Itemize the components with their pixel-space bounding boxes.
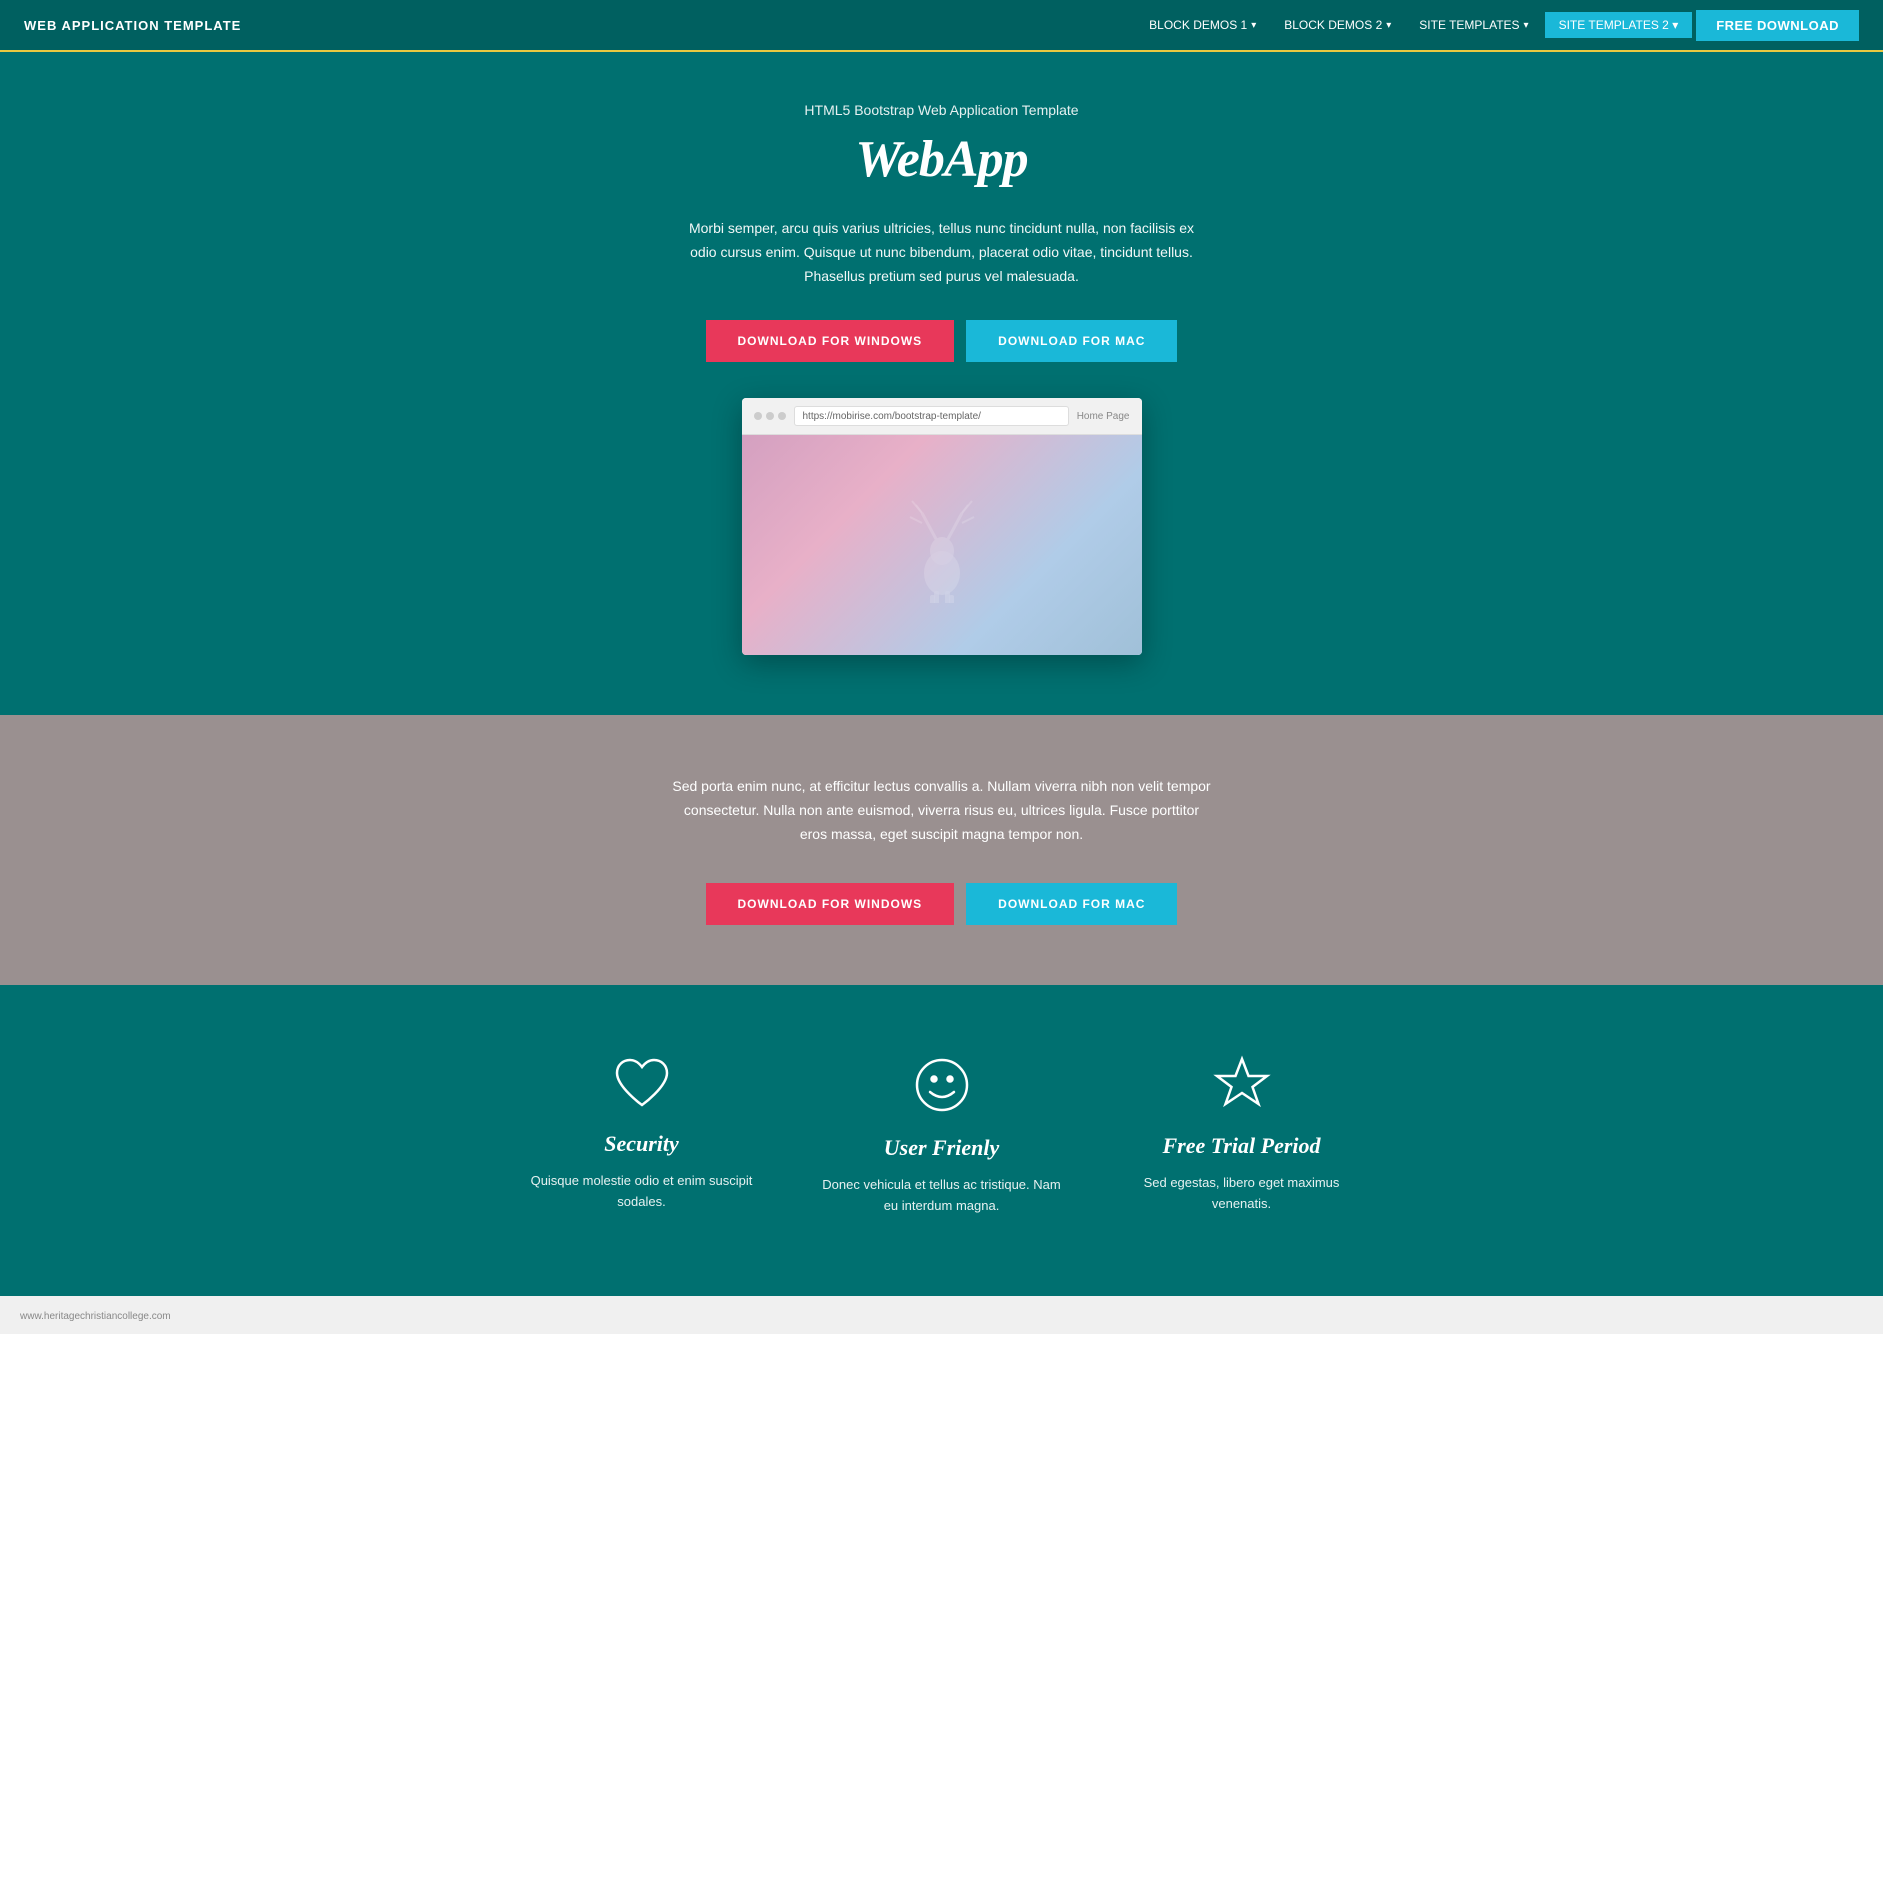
nav-block-demos-2[interactable]: BLOCK DEMOS 2 ▾	[1272, 10, 1403, 40]
download-windows-button-middle[interactable]: DOWNLOAD FOR WINDOWS	[706, 883, 955, 925]
free-download-button[interactable]: FREE DOWNLOAD	[1696, 10, 1859, 41]
middle-description: Sed porta enim nunc, at efficitur lectus…	[672, 775, 1212, 846]
browser-mockup: https://mobirise.com/bootstrap-template/…	[742, 398, 1142, 655]
hero-title: WebApp	[20, 130, 1863, 189]
deer-icon	[892, 483, 992, 608]
chevron-down-icon: ▾	[1251, 20, 1256, 31]
security-text: Quisque molestie odio et enim suscipit s…	[522, 1171, 762, 1213]
features-section: Security Quisque molestie odio et enim s…	[0, 985, 1883, 1297]
download-mac-button-hero[interactable]: DOWNLOAD FOR MAC	[966, 320, 1177, 362]
user-friendly-title: User Frienly	[822, 1135, 1062, 1161]
feature-security: Security Quisque molestie odio et enim s…	[522, 1055, 762, 1217]
middle-buttons: DOWNLOAD FOR WINDOWS DOWNLOAD FOR MAC	[20, 883, 1863, 925]
hero-subtitle: HTML5 Bootstrap Web Application Template	[20, 102, 1863, 118]
nav-links: BLOCK DEMOS 1 ▾ BLOCK DEMOS 2 ▾ SITE TEM…	[1137, 10, 1859, 41]
middle-section: Sed porta enim nunc, at efficitur lectus…	[0, 715, 1883, 984]
browser-dots	[754, 412, 786, 420]
free-trial-title: Free Trial Period	[1122, 1133, 1362, 1159]
chevron-down-icon: ▾	[1672, 18, 1678, 32]
nav-site-templates[interactable]: SITE TEMPLATES ▾	[1407, 10, 1540, 40]
download-windows-button-hero[interactable]: DOWNLOAD FOR WINDOWS	[706, 320, 955, 362]
heart-icon	[522, 1055, 762, 1111]
security-title: Security	[522, 1131, 762, 1157]
hero-section: HTML5 Bootstrap Web Application Template…	[0, 52, 1883, 715]
feature-user-friendly: User Frienly Donec vehicula et tellus ac…	[822, 1055, 1062, 1217]
browser-bar: https://mobirise.com/bootstrap-template/…	[742, 398, 1142, 435]
star-icon	[1122, 1055, 1362, 1113]
browser-home: Home Page	[1077, 411, 1130, 422]
hero-buttons: DOWNLOAD FOR WINDOWS DOWNLOAD FOR MAC	[20, 320, 1863, 362]
user-friendly-text: Donec vehicula et tellus ac tristique. N…	[822, 1175, 1062, 1217]
browser-dot-2	[766, 412, 774, 420]
chevron-down-icon: ▾	[1524, 20, 1529, 31]
navbar: WEB APPLICATION TEMPLATE BLOCK DEMOS 1 ▾…	[0, 0, 1883, 52]
chevron-down-icon: ▾	[1386, 20, 1391, 31]
browser-dot-1	[754, 412, 762, 420]
download-mac-button-middle[interactable]: DOWNLOAD FOR MAC	[966, 883, 1177, 925]
browser-dot-3	[778, 412, 786, 420]
nav-brand: WEB APPLICATION TEMPLATE	[24, 18, 241, 33]
features-grid: Security Quisque molestie odio et enim s…	[492, 1055, 1392, 1217]
footer: www.heritagechristiancollege.com	[0, 1296, 1883, 1334]
smile-icon	[822, 1055, 1062, 1115]
nav-site-templates-2[interactable]: SITE TEMPLATES 2 ▾	[1545, 12, 1693, 38]
free-trial-text: Sed egestas, libero eget maximus venenat…	[1122, 1173, 1362, 1215]
browser-url: https://mobirise.com/bootstrap-template/	[794, 406, 1069, 426]
hero-description: Morbi semper, arcu quis varius ultricies…	[682, 217, 1202, 288]
nav-block-demos-1[interactable]: BLOCK DEMOS 1 ▾	[1137, 10, 1268, 40]
footer-url: www.heritagechristiancollege.com	[20, 1311, 171, 1322]
browser-content	[742, 435, 1142, 655]
feature-free-trial: Free Trial Period Sed egestas, libero eg…	[1122, 1055, 1362, 1217]
